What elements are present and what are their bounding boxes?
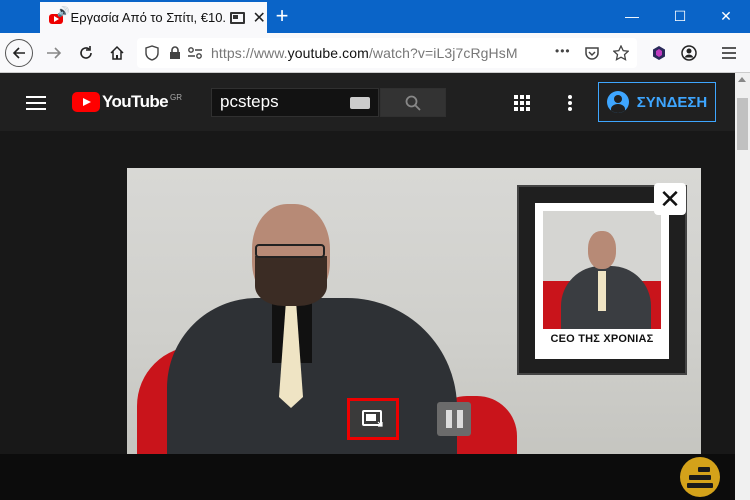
permissions-icon[interactable] <box>187 46 203 60</box>
forward-button[interactable] <box>40 39 68 67</box>
search-icon <box>405 95 421 111</box>
frame-photo-tie <box>598 271 606 311</box>
youtube-play-logo-icon <box>72 92 100 112</box>
video-below-band <box>0 454 735 500</box>
page-content: CEO ΤΗΣ ΧΡΟΝΙΑΣ ✕ <box>0 131 735 500</box>
youtube-logo-text: YouTube <box>102 92 169 111</box>
signin-label: ΣΥΝΔΕΣΗ <box>636 93 708 111</box>
url-bar[interactable]: https://www.youtube.com/watch?v=iL3j7cRg… <box>137 38 637 68</box>
search-button[interactable] <box>380 88 446 117</box>
pause-icon-bar <box>445 410 452 428</box>
youtube-header: YouTube GR pcsteps ΣΥΝΔΕΣΗ <box>0 73 735 131</box>
browser-titlebar: 🔊 Εργασία Από το Σπίτι, €10.0 ✕ + — ☐ ✕ <box>0 0 750 33</box>
menu-button[interactable] <box>715 39 743 67</box>
frame-photo-body <box>561 266 651 329</box>
close-window-button[interactable]: ✕ <box>714 4 738 28</box>
picture-frame-mat: CEO ΤΗΣ ΧΡΟΝΙΑΣ <box>535 203 669 359</box>
country-code: GR <box>170 92 182 102</box>
youtube-favicon-icon: 🔊 <box>49 7 69 26</box>
picture-in-picture-button[interactable] <box>347 398 399 440</box>
page-scrollbar[interactable] <box>735 73 750 500</box>
hamburger-icon <box>722 47 736 59</box>
keyboard-icon[interactable] <box>350 97 370 109</box>
reload-icon <box>80 46 92 59</box>
page-actions-icon[interactable]: ••• <box>555 44 571 58</box>
account-button[interactable] <box>675 39 703 67</box>
pcsteps-logo-icon[interactable] <box>680 457 720 497</box>
new-tab-button[interactable]: + <box>272 5 292 27</box>
settings-more-icon[interactable] <box>568 95 572 113</box>
bookmark-star-icon[interactable] <box>613 45 629 61</box>
pause-icon-bar <box>456 410 463 428</box>
tab-close-icon[interactable]: ✕ <box>251 8 267 28</box>
arrow-right-icon <box>47 47 62 59</box>
minimize-button[interactable]: — <box>620 4 644 28</box>
shield-icon[interactable] <box>145 45 159 61</box>
scroll-thumb[interactable] <box>737 98 748 150</box>
video-player[interactable]: CEO ΤΗΣ ΧΡΟΝΙΑΣ ✕ <box>127 168 701 456</box>
speaker-icon[interactable]: 🔊 <box>57 7 69 18</box>
frame-photo <box>543 211 661 329</box>
video-person-beard <box>255 256 327 306</box>
scroll-up-arrow-icon[interactable] <box>738 77 746 82</box>
browser-navbar: https://www.youtube.com/watch?v=iL3j7cRg… <box>0 33 750 73</box>
pip-tab-icon[interactable] <box>229 11 246 24</box>
overlay-close-button[interactable]: ✕ <box>654 183 686 215</box>
user-avatar-icon <box>606 91 629 113</box>
account-icon <box>681 45 697 61</box>
pause-button[interactable] <box>437 402 471 436</box>
arrow-left-icon <box>12 47 25 59</box>
reload-button[interactable] <box>72 39 100 67</box>
youtube-menu-icon[interactable] <box>26 96 46 114</box>
video-person-body <box>167 298 457 456</box>
lock-icon[interactable] <box>169 46 181 60</box>
extension-hex-icon <box>653 46 665 60</box>
frame-photo-head <box>588 231 616 269</box>
signin-button[interactable]: ΣΥΝΔΕΣΗ <box>598 82 716 122</box>
maximize-button[interactable]: ☐ <box>668 4 692 28</box>
home-button[interactable] <box>103 39 131 67</box>
youtube-logo[interactable]: YouTube GR <box>72 92 182 112</box>
back-button[interactable] <box>5 39 33 67</box>
apps-grid-icon[interactable] <box>514 95 530 111</box>
url-text[interactable]: https://www.youtube.com/watch?v=iL3j7cRg… <box>211 45 518 61</box>
close-icon: ✕ <box>659 184 681 214</box>
tab-title: Εργασία Από το Σπίτι, €10.0 <box>70 10 226 25</box>
video-person-glasses <box>255 244 325 258</box>
home-icon <box>110 45 124 60</box>
frame-caption: CEO ΤΗΣ ΧΡΟΝΙΑΣ <box>550 333 654 345</box>
pocket-icon[interactable] <box>584 45 600 61</box>
extension-icon[interactable] <box>645 39 673 67</box>
browser-tab[interactable]: 🔊 Εργασία Από το Σπίτι, €10.0 ✕ <box>40 2 267 33</box>
picture-in-picture-icon <box>362 410 383 427</box>
